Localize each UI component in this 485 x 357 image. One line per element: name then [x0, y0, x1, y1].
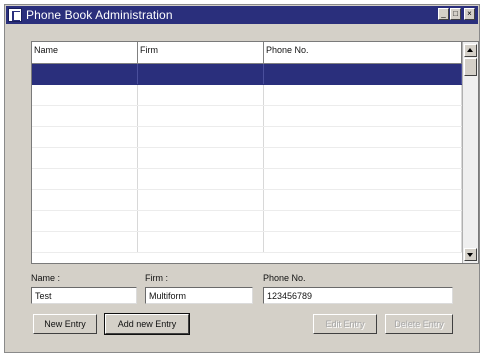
name-label: Name : [31, 273, 61, 283]
minimize-icon[interactable]: _ [438, 8, 449, 20]
list-header: Name Firm Phone No. [32, 42, 462, 64]
table-cell [264, 211, 462, 231]
column-header-name[interactable]: Name [32, 42, 138, 63]
table-cell [32, 85, 138, 105]
table-cell [264, 232, 462, 252]
table-row[interactable] [32, 148, 462, 169]
scroll-down-icon[interactable] [464, 248, 477, 261]
table-cell [32, 64, 138, 84]
phone-book-list[interactable]: Name Firm Phone No. [31, 41, 479, 264]
firm-label: Firm : [145, 273, 168, 283]
phone-book-window: Phone Book Administration _ □ × Name Fir… [4, 4, 480, 353]
maximize-icon[interactable]: □ [450, 8, 461, 20]
vertical-scrollbar[interactable] [462, 42, 478, 263]
table-cell [32, 106, 138, 126]
table-cell [264, 64, 462, 84]
table-cell [138, 106, 264, 126]
table-cell [138, 211, 264, 231]
table-row[interactable] [32, 106, 462, 127]
table-row[interactable] [32, 190, 462, 211]
name-field[interactable] [31, 287, 137, 304]
window-title: Phone Book Administration [26, 8, 173, 22]
window-controls: _ □ × [438, 8, 475, 20]
list-body [32, 64, 462, 253]
app-icon[interactable] [8, 8, 22, 22]
edit-entry-button[interactable]: Edit Entry [313, 314, 377, 334]
table-row[interactable] [32, 64, 462, 85]
scroll-thumb[interactable] [464, 58, 477, 76]
table-cell [138, 64, 264, 84]
table-cell [138, 148, 264, 168]
table-cell [32, 232, 138, 252]
table-cell [138, 190, 264, 210]
table-cell [32, 148, 138, 168]
table-cell [264, 169, 462, 189]
delete-entry-button[interactable]: Delete Entry [385, 314, 453, 334]
table-cell [138, 127, 264, 147]
scroll-up-icon[interactable] [464, 44, 477, 57]
table-row[interactable] [32, 211, 462, 232]
table-cell [264, 127, 462, 147]
table-cell [138, 232, 264, 252]
table-cell [32, 190, 138, 210]
close-icon[interactable]: × [464, 8, 475, 20]
table-cell [32, 127, 138, 147]
column-header-firm[interactable]: Firm [138, 42, 264, 63]
table-cell [138, 85, 264, 105]
new-entry-button[interactable]: New Entry [33, 314, 97, 334]
table-cell [32, 169, 138, 189]
column-header-phone[interactable]: Phone No. [264, 42, 462, 63]
table-row[interactable] [32, 85, 462, 106]
table-cell [264, 106, 462, 126]
phone-label: Phone No. [263, 273, 306, 283]
table-cell [138, 169, 264, 189]
table-row[interactable] [32, 232, 462, 253]
table-cell [32, 211, 138, 231]
add-new-entry-button[interactable]: Add new Entry [104, 313, 190, 335]
table-cell [264, 85, 462, 105]
table-cell [264, 190, 462, 210]
table-cell [264, 148, 462, 168]
firm-field[interactable] [145, 287, 253, 304]
title-bar[interactable]: Phone Book Administration _ □ × [6, 6, 478, 24]
table-row[interactable] [32, 127, 462, 148]
table-row[interactable] [32, 169, 462, 190]
phone-field[interactable] [263, 287, 453, 304]
